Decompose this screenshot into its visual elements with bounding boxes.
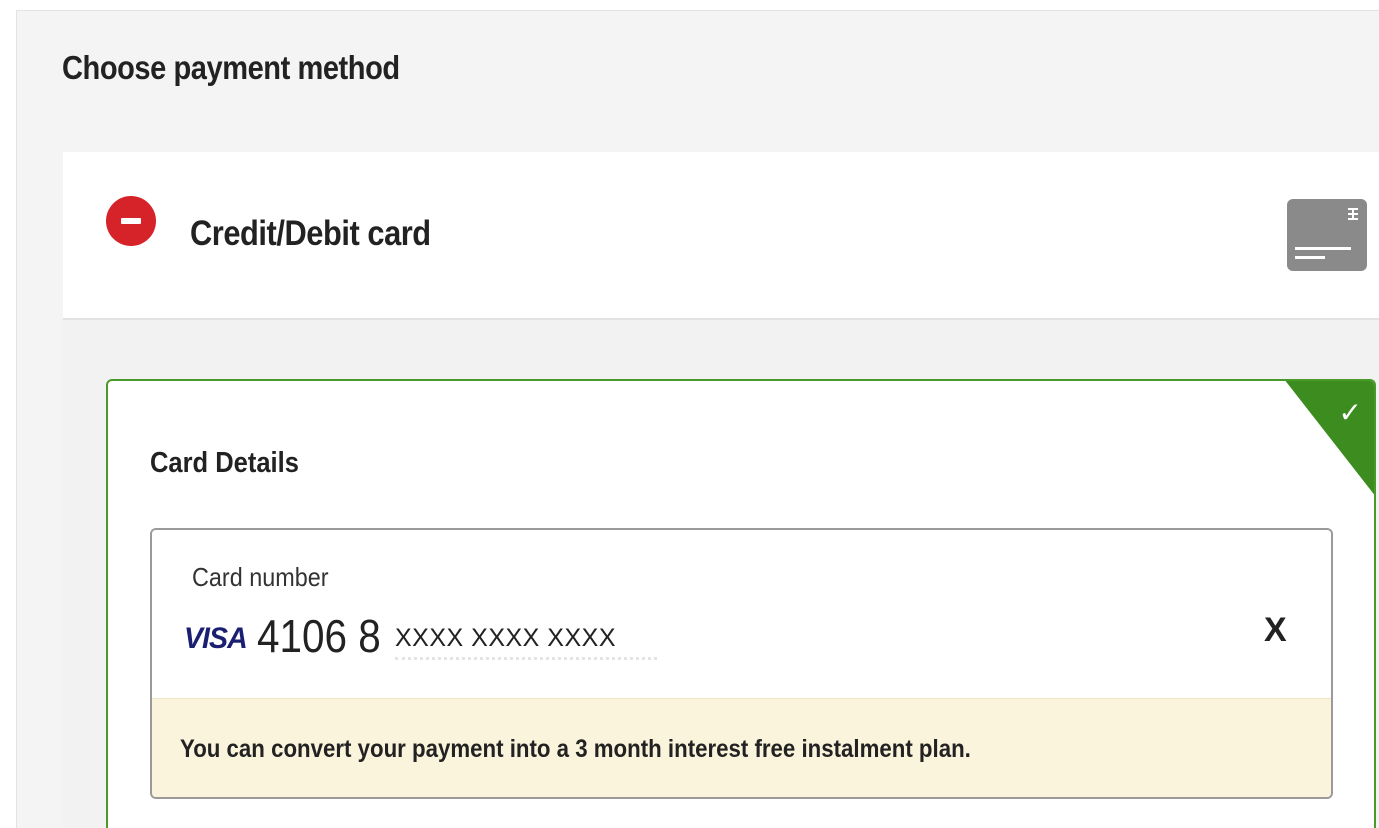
- card-number-digits: 4106 8: [257, 610, 381, 662]
- credit-card-icon-graphic: [1295, 208, 1358, 259]
- card-details-section: ✓ Card Details Card number VISA 4106 8 X…: [106, 379, 1376, 828]
- instalment-notice-text: You can convert your payment into a 3 mo…: [180, 735, 971, 763]
- close-icon[interactable]: X: [1264, 610, 1287, 650]
- card-number-placeholder-underline: [395, 657, 657, 660]
- checkmark-icon: ✓: [1338, 397, 1362, 428]
- credit-card-icon: [1287, 199, 1367, 271]
- card-number-input[interactable]: Card number VISA 4106 8 XXXX XXXX XXXX X: [152, 530, 1331, 698]
- card-number-field: Card number VISA 4106 8 XXXX XXXX XXXX X…: [150, 528, 1333, 799]
- card-number-label: Card number: [192, 562, 329, 592]
- payment-method-label[interactable]: Credit/Debit card: [190, 214, 431, 254]
- payment-method-header[interactable]: Credit/Debit card: [63, 152, 1379, 320]
- card-number-mask: XXXX XXXX XXXX: [395, 624, 616, 652]
- page-title: Choose payment method: [62, 49, 400, 86]
- card-details-heading: Card Details: [150, 447, 299, 479]
- minus-bar: [121, 218, 141, 224]
- instalment-notice: You can convert your payment into a 3 mo…: [152, 698, 1331, 797]
- page: Choose payment method Credit/Debit card …: [0, 0, 1379, 828]
- visa-logo: VISA: [184, 622, 248, 655]
- selected-corner: [1284, 381, 1374, 497]
- minus-circle-icon[interactable]: [106, 196, 156, 246]
